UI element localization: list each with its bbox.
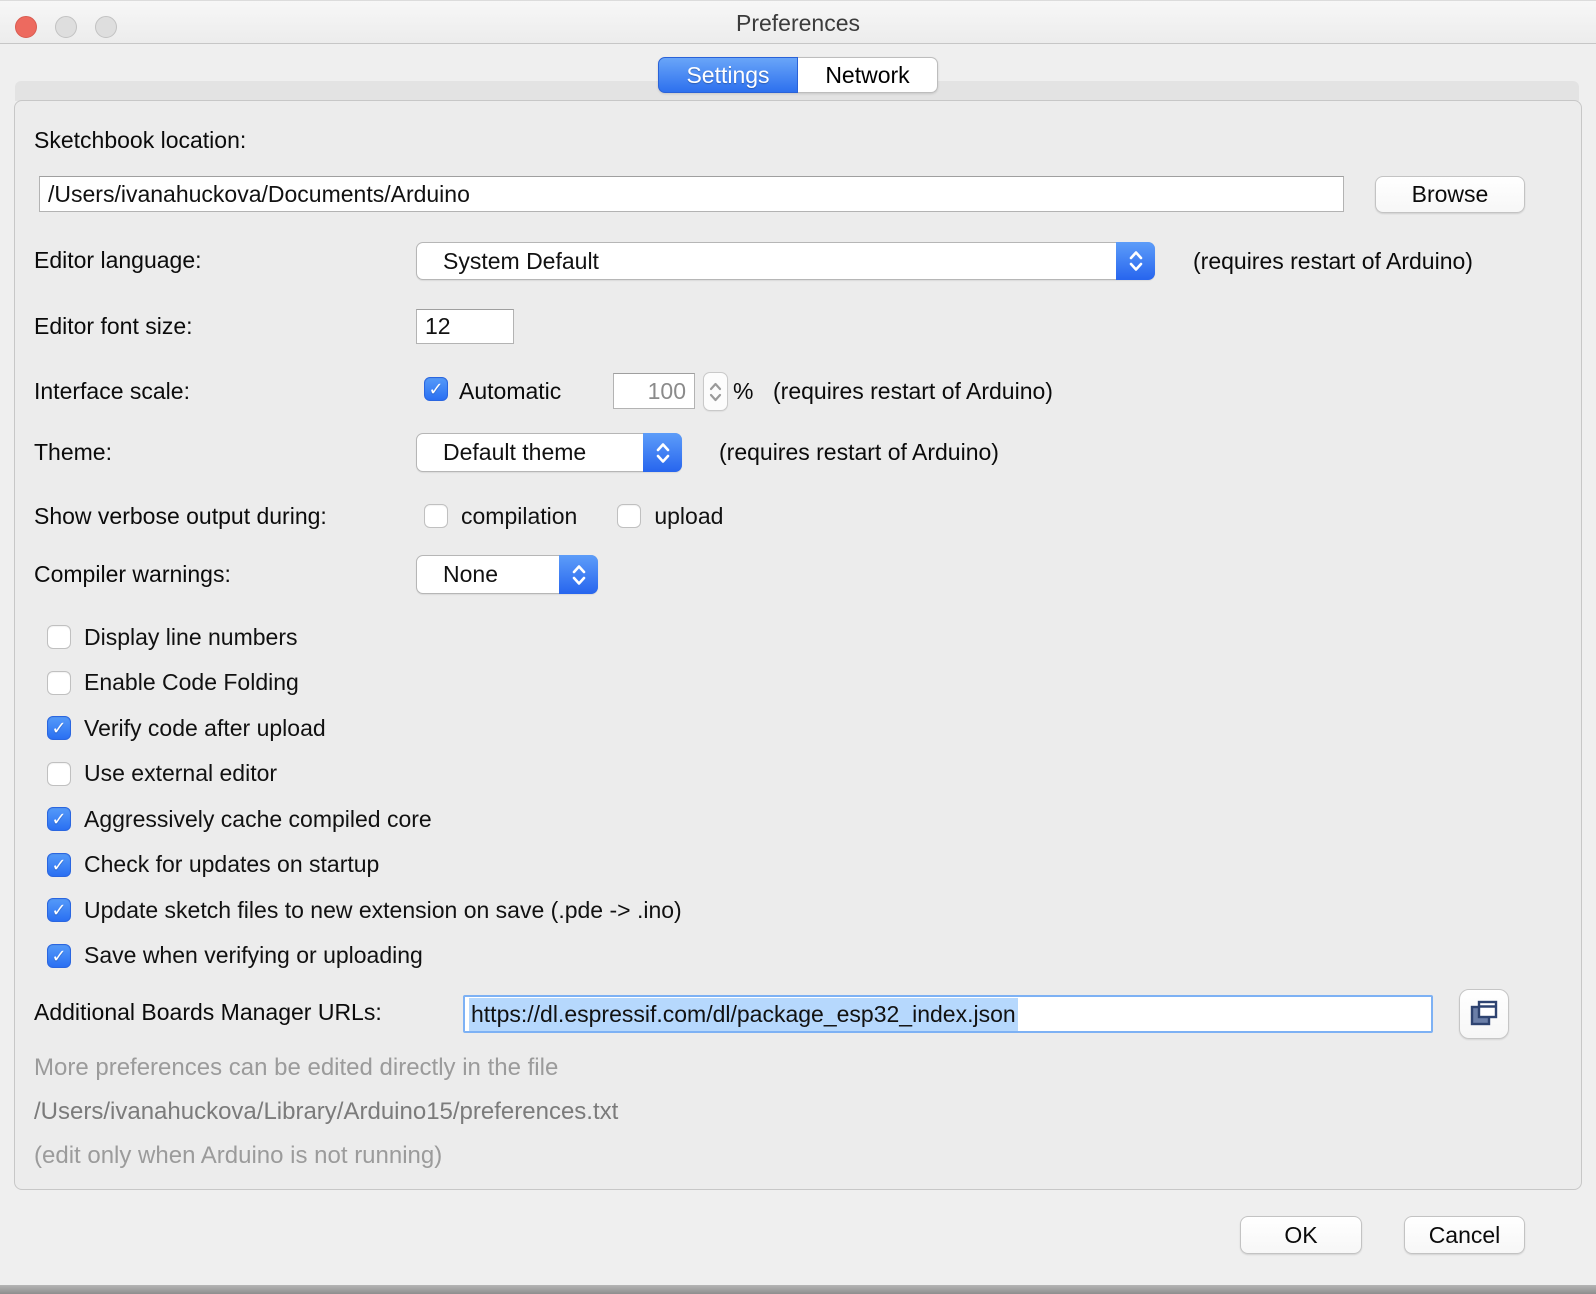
tab-bar: Settings Network bbox=[658, 57, 938, 93]
verbose-output-label: Show verbose output during: bbox=[34, 503, 327, 530]
window-bottom-edge bbox=[0, 1285, 1596, 1294]
chevron-up-down-icon bbox=[643, 433, 682, 472]
checkbox-label: Check for updates on startup bbox=[84, 851, 379, 878]
checkbox[interactable] bbox=[47, 671, 71, 695]
boards-manager-urls-input[interactable]: https://dl.espressif.com/dl/package_esp3… bbox=[463, 995, 1433, 1033]
theme-select[interactable]: Default theme bbox=[416, 433, 682, 472]
compiler-warnings-select[interactable]: None bbox=[416, 555, 598, 594]
stepper-arrows-icon bbox=[708, 378, 723, 406]
compiler-warnings-value: None bbox=[417, 561, 498, 588]
sketchbook-location-label: Sketchbook location: bbox=[34, 127, 246, 154]
interface-scale-value-input[interactable]: 100 bbox=[613, 373, 695, 409]
checkbox-label: Use external editor bbox=[84, 760, 277, 787]
checkbox-row: Save when verifying or uploading bbox=[47, 941, 682, 971]
footer-note-line3: (edit only when Arduino is not running) bbox=[34, 1142, 442, 1170]
checkbox-label: Display line numbers bbox=[84, 624, 297, 651]
edit-urls-button[interactable] bbox=[1459, 989, 1509, 1039]
checkbox-label: Save when verifying or uploading bbox=[84, 942, 423, 969]
editor-language-select[interactable]: System Default bbox=[416, 242, 1155, 280]
compiler-warnings-label: Compiler warnings: bbox=[34, 561, 231, 588]
checkbox[interactable] bbox=[47, 853, 71, 877]
language-restart-note: (requires restart of Arduino) bbox=[1193, 248, 1473, 275]
editor-font-size-label: Editor font size: bbox=[34, 313, 193, 340]
checkbox-row: Update sketch files to new extension on … bbox=[47, 895, 682, 925]
checkbox-row: Verify code after upload bbox=[47, 713, 682, 743]
checkbox[interactable] bbox=[617, 504, 641, 528]
checkbox-label: Enable Code Folding bbox=[84, 669, 299, 696]
checkbox[interactable] bbox=[47, 807, 71, 831]
checkbox-label: Verify code after upload bbox=[84, 715, 326, 742]
checkbox-row: Use external editor bbox=[47, 759, 682, 789]
selected-url-text: https://dl.espressif.com/dl/package_esp3… bbox=[469, 998, 1018, 1031]
interface-scale-automatic-label: Automatic bbox=[459, 378, 561, 405]
checkbox[interactable] bbox=[424, 504, 448, 528]
interface-scale-automatic-checkbox[interactable] bbox=[424, 377, 448, 401]
checkbox[interactable] bbox=[47, 716, 71, 740]
editor-language-value: System Default bbox=[417, 248, 599, 275]
chevron-up-down-icon bbox=[559, 555, 598, 594]
checkbox-label: Aggressively cache compiled core bbox=[84, 806, 432, 833]
cancel-button[interactable]: Cancel bbox=[1404, 1216, 1525, 1254]
browse-button[interactable]: Browse bbox=[1375, 176, 1525, 213]
window-title: Preferences bbox=[0, 10, 1596, 37]
overlapping-windows-icon bbox=[1468, 998, 1500, 1030]
checkbox-label: upload bbox=[654, 503, 723, 530]
checkbox[interactable] bbox=[47, 944, 71, 968]
theme-value: Default theme bbox=[417, 439, 586, 466]
chevron-up-down-icon bbox=[1116, 242, 1155, 280]
editor-language-label: Editor language: bbox=[34, 247, 202, 274]
interface-scale-label: Interface scale: bbox=[34, 378, 190, 405]
footer-note-line1: More preferences can be edited directly … bbox=[34, 1054, 558, 1082]
checkbox-row: Enable Code Folding bbox=[47, 668, 682, 698]
boards-manager-urls-label: Additional Boards Manager URLs: bbox=[34, 999, 382, 1026]
checkbox-row: compilation bbox=[424, 501, 577, 531]
interface-scale-restart-note: (requires restart of Arduino) bbox=[773, 378, 1053, 405]
preferences-file-path: /Users/ivanahuckova/Library/Arduino15/pr… bbox=[34, 1098, 618, 1126]
theme-restart-note: (requires restart of Arduino) bbox=[719, 439, 999, 466]
checkbox-row: upload bbox=[617, 501, 723, 531]
theme-label: Theme: bbox=[34, 439, 112, 466]
checkbox-label: compilation bbox=[461, 503, 577, 530]
editor-font-size-input[interactable]: 12 bbox=[416, 309, 514, 344]
checkbox-row: Display line numbers bbox=[47, 622, 682, 652]
sketchbook-location-input[interactable]: /Users/ivanahuckova/Documents/Arduino bbox=[39, 176, 1344, 212]
title-bar: Preferences bbox=[0, 0, 1596, 44]
ok-button[interactable]: OK bbox=[1240, 1216, 1362, 1254]
settings-panel: Sketchbook location: /Users/ivanahuckova… bbox=[14, 100, 1582, 1190]
checkbox-row: Check for updates on startup bbox=[47, 850, 682, 880]
interface-scale-stepper[interactable] bbox=[703, 372, 728, 411]
checkbox[interactable] bbox=[47, 898, 71, 922]
checkbox-label: Update sketch files to new extension on … bbox=[84, 897, 682, 924]
checkbox[interactable] bbox=[47, 762, 71, 786]
checkbox[interactable] bbox=[47, 625, 71, 649]
checkbox-row: Aggressively cache compiled core bbox=[47, 804, 682, 834]
verbose-options: compilation upload bbox=[424, 501, 723, 531]
tab-settings[interactable]: Settings bbox=[658, 57, 798, 93]
interface-scale-percent-sign: % bbox=[733, 378, 753, 405]
options-checkbox-list: Display line numbers Enable Code Folding… bbox=[47, 622, 682, 971]
tab-network[interactable]: Network bbox=[798, 57, 938, 93]
